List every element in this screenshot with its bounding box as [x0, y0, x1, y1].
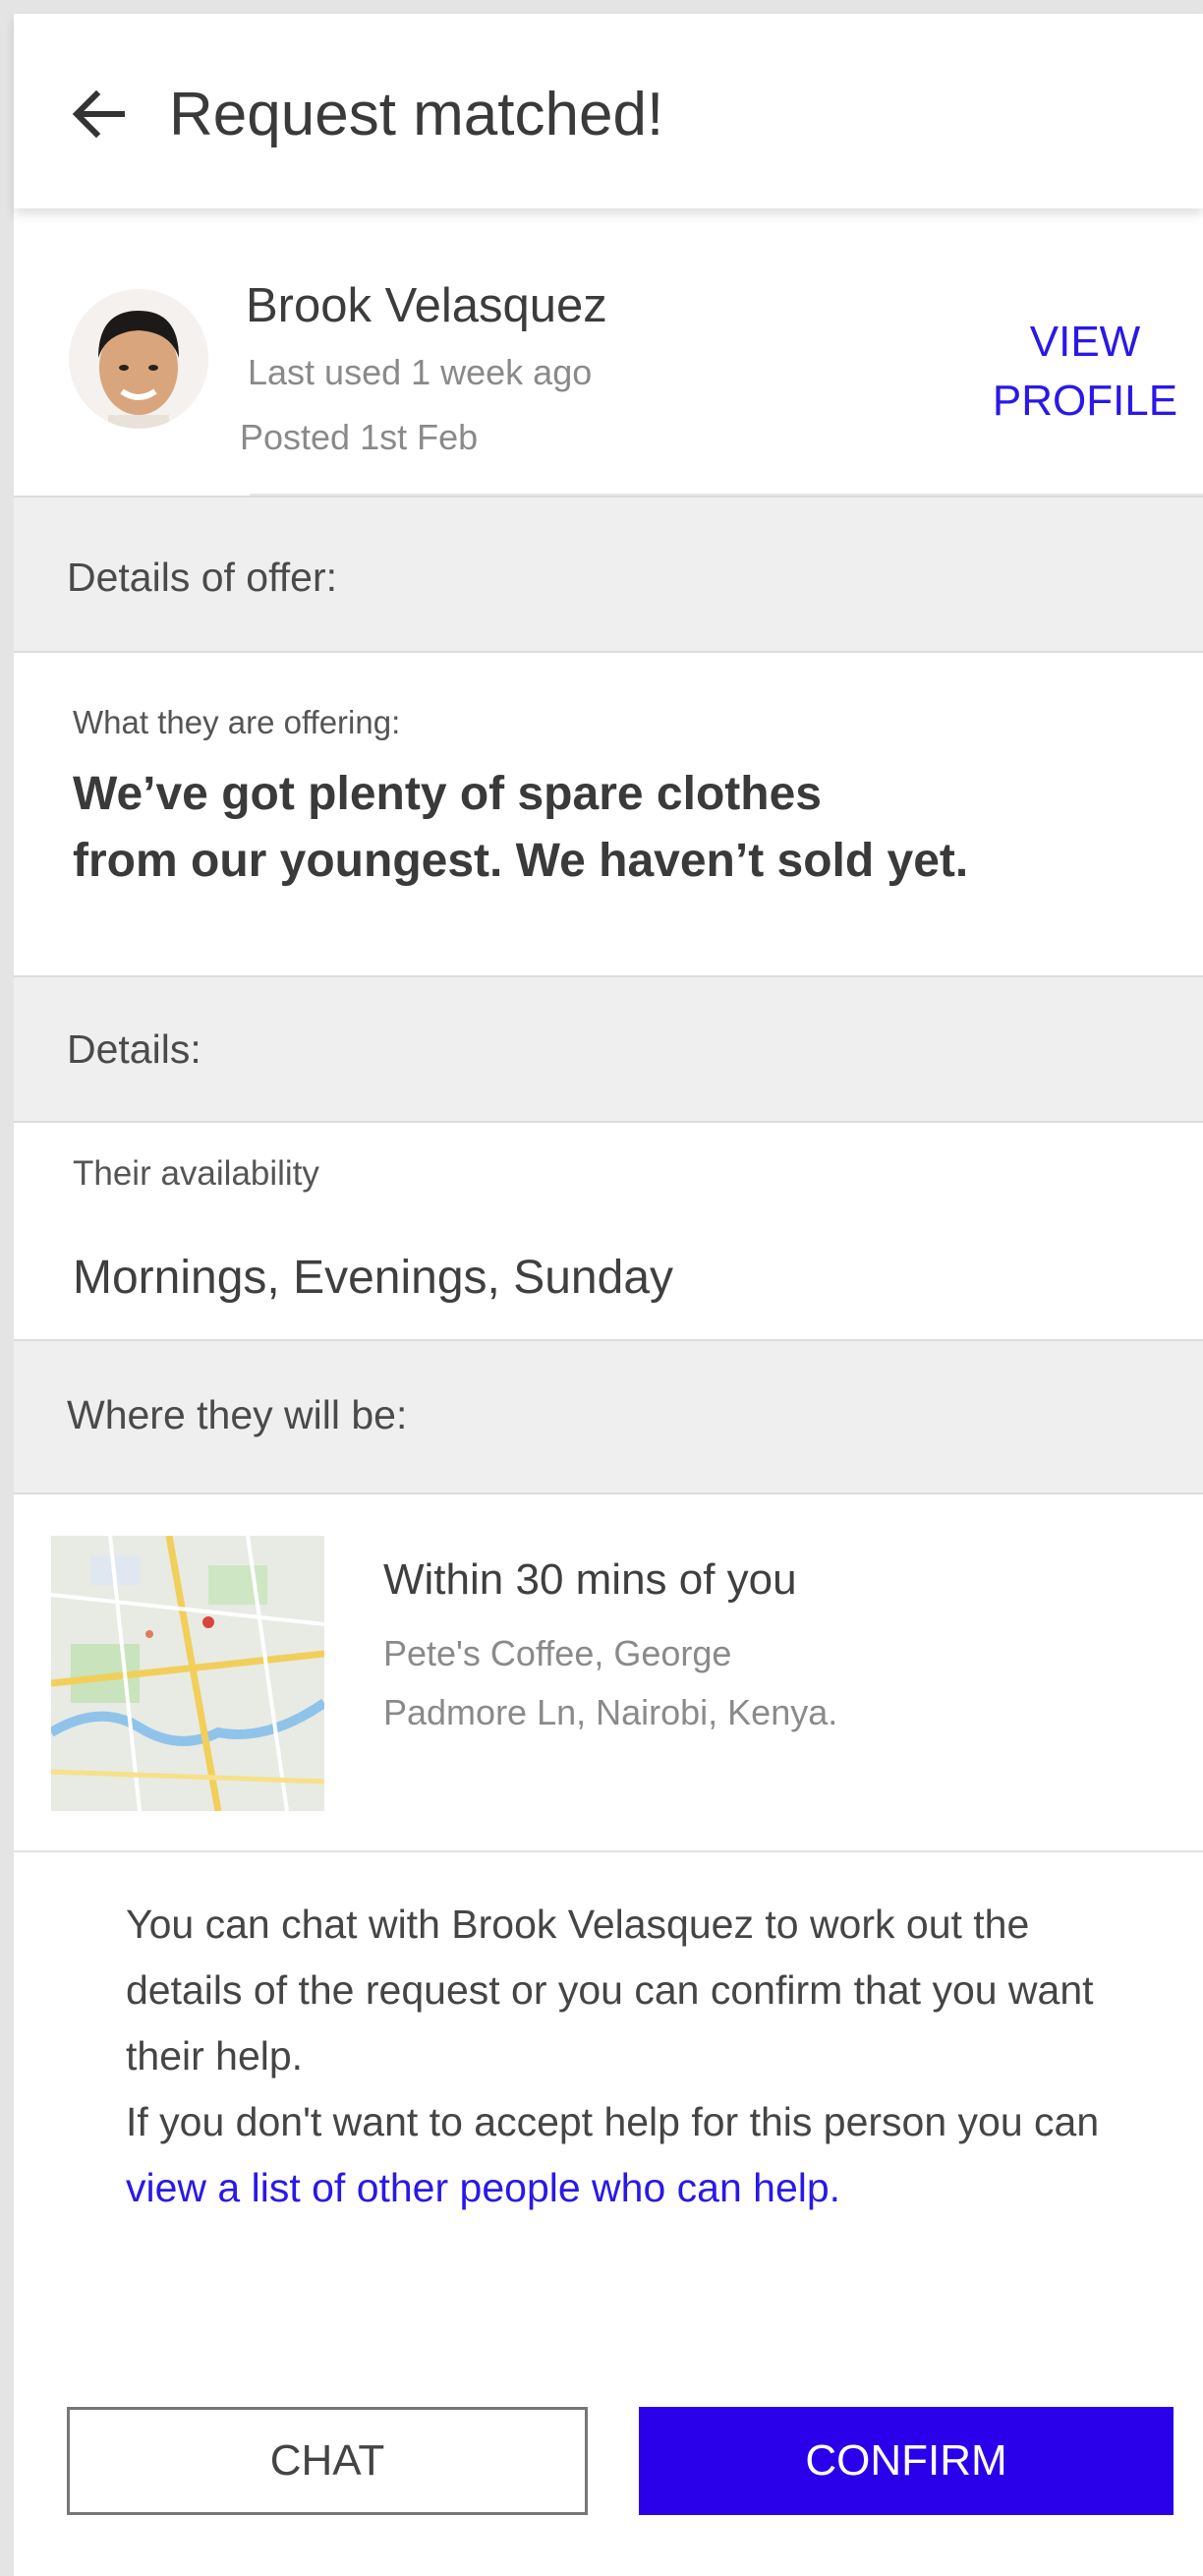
offer-label: What they are offering:: [73, 704, 401, 740]
info-text-second: If you don't want to accept help for thi…: [126, 2089, 1118, 2221]
page-title: Request matched!: [169, 81, 664, 148]
offer-section-title: Details of offer:: [67, 555, 337, 600]
divider: [14, 1850, 1203, 1852]
offer-text-line1: We’ve got plenty of spare clothes: [73, 768, 822, 820]
address-line1: Pete's Coffee, George: [383, 1633, 732, 1673]
user-name: Brook Velasquez: [246, 279, 607, 332]
info-text: You can chat with Brook Velasquez to wor…: [126, 1902, 1094, 2078]
map-thumbnail[interactable]: [51, 1536, 324, 1811]
view-profile-label-line2: PROFILE: [992, 377, 1178, 425]
arrow-left-icon[interactable]: [69, 83, 132, 146]
chat-button[interactable]: CHAT: [67, 2407, 588, 2515]
profile-card: Brook Velasquez Last used 1 week ago Pos…: [14, 224, 1203, 496]
posted-date: Posted 1st Feb: [240, 417, 479, 457]
offer-text-line2: from our youngest. We haven’t sold yet.: [73, 835, 969, 887]
app-header: Request matched!: [14, 14, 1203, 208]
address-line2: Padmore Ln, Nairobi, Kenya.: [383, 1692, 838, 1732]
location-summary: Within 30 mins of you: [383, 1555, 797, 1604]
availability-value: Mornings, Evenings, Sunday: [73, 1252, 674, 1304]
details-section-header: Details:: [14, 975, 1203, 1123]
availability-label: Their availability: [73, 1154, 319, 1193]
location-section-header: Where they will be:: [14, 1339, 1203, 1494]
other-helpers-link[interactable]: view a list of other people who can help…: [126, 2165, 840, 2210]
screen: Request matched! Brook Velasquez Last us…: [14, 14, 1203, 2576]
view-profile-link[interactable]: VIEW PROFILE: [967, 313, 1203, 431]
info-paragraph: You can chat with Brook Velasquez to wor…: [126, 1892, 1118, 2221]
location-address: Pete's Coffee, George Padmore Ln, Nairob…: [383, 1624, 973, 1742]
offer-section-header: Details of offer:: [14, 496, 1203, 653]
avatar: [69, 289, 208, 429]
confirm-button[interactable]: CONFIRM: [639, 2407, 1174, 2515]
info-text-lead: If you don't want to accept help for thi…: [126, 2099, 1100, 2144]
offer-text: We’ve got plenty of spare clothes from o…: [73, 761, 1115, 895]
location-section-title: Where they will be:: [67, 1392, 408, 1437]
view-profile-label-line1: VIEW: [1029, 318, 1141, 366]
last-used-text: Last used 1 week ago: [248, 352, 593, 392]
details-section-title: Details:: [67, 1026, 201, 1072]
